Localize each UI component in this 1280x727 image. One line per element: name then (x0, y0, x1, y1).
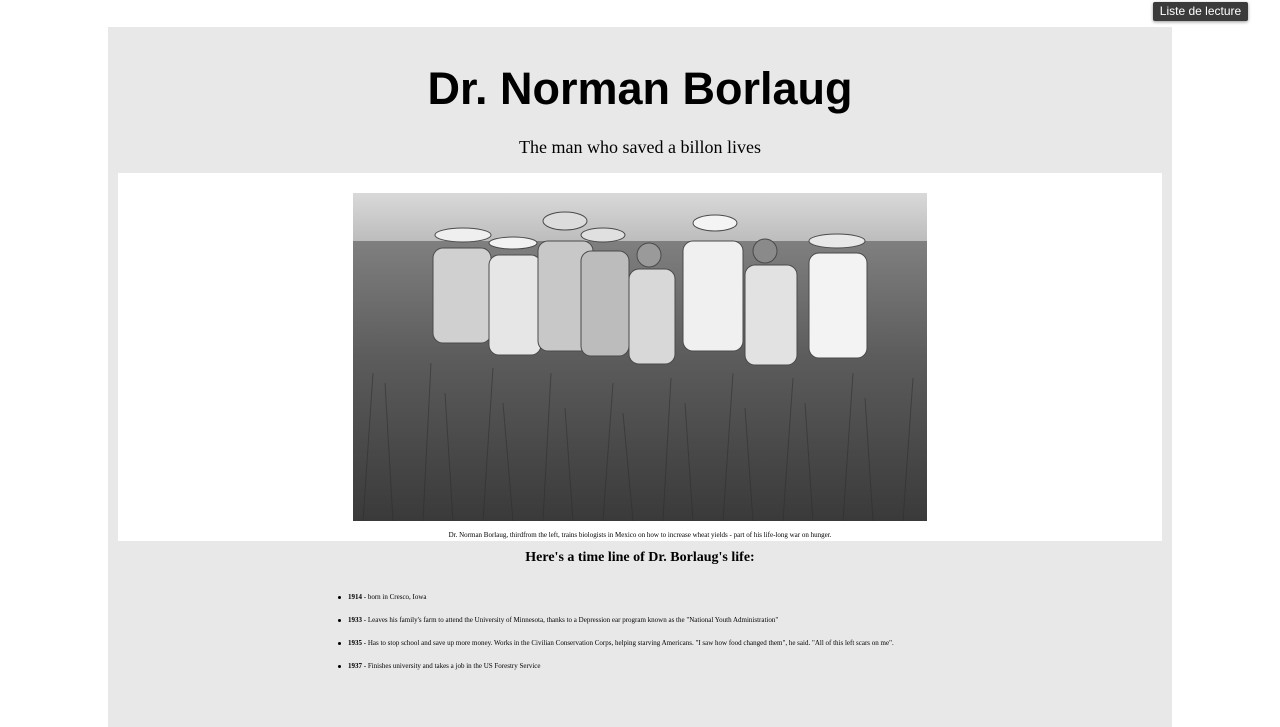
image-caption: Dr. Norman Borlaug, thirdfrom the left, … (448, 531, 832, 539)
timeline-item: 1935 - Has to stop school and save up mo… (338, 639, 1118, 648)
timeline-item: 1937 - Finishes university and takes a j… (338, 662, 1118, 671)
timeline-year: 1914 (348, 593, 362, 601)
timeline-text: - Has to stop school and save up more mo… (362, 639, 894, 647)
timeline-year: 1937 (348, 662, 362, 670)
timeline-heading: Here's a time line of Dr. Borlaug's life… (525, 550, 755, 565)
timeline-text: - born in Cresco, Iowa (362, 593, 427, 601)
timeline-year: 1933 (348, 616, 362, 624)
page-subtitle: The man who saved a billon lives (519, 137, 761, 157)
image-panel: Dr. Norman Borlaug, thirdfrom the left, … (118, 173, 1162, 541)
tribute-info: Here's a time line of Dr. Borlaug's life… (108, 549, 1172, 670)
timeline-year: 1935 (348, 639, 362, 647)
timeline-item: 1914 - born in Cresco, Iowa (338, 593, 1118, 602)
timeline-text: - Finishes university and takes a job in… (362, 662, 541, 670)
timeline-list: 1914 - born in Cresco, Iowa 1933 - Leave… (338, 593, 1118, 685)
reading-list-button[interactable]: Liste de lecture (1153, 2, 1248, 21)
timeline-text: - Leaves his family's farm to attend the… (362, 616, 779, 624)
borlaug-photo (353, 193, 927, 521)
timeline-item: 1933 - Leaves his family's farm to atten… (338, 616, 1118, 625)
page-title: Dr. Norman Borlaug (427, 63, 853, 114)
main-content: Dr. Norman Borlaug The man who saved a b… (108, 27, 1172, 727)
photo-wheat-field-group-icon (353, 193, 927, 521)
